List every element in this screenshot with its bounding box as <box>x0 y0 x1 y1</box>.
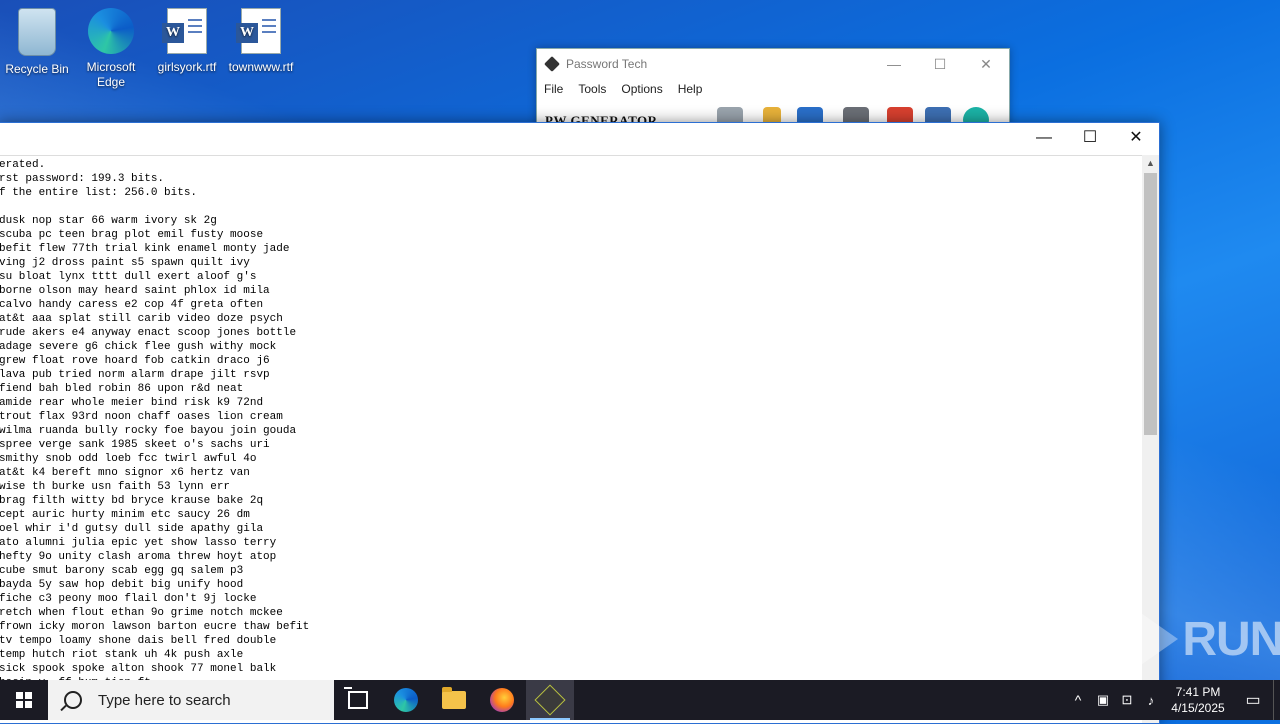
text-line: smithy snob odd loeb fcc twirl awful 4o <box>0 453 257 465</box>
text-line: adage severe g6 chick flee gush withy mo… <box>0 341 277 353</box>
maximize-button[interactable]: ☐ <box>917 49 963 79</box>
text-line: sick spook spoke alton shook 77 monel ba… <box>0 663 277 675</box>
system-tray: ^ ▣ ⊡ ♪ 7:41 PM 4/15/2025 ▭ <box>1065 680 1280 720</box>
firefox-icon <box>490 688 514 712</box>
notepad-text: erated. rst password: 199.3 bits. f the en… <box>0 156 1142 690</box>
minimize-button[interactable]: — <box>871 49 917 79</box>
notepad-titlebar[interactable]: — ☐ ✕ <box>0 123 1159 153</box>
maximize-button[interactable]: ☐ <box>1067 123 1113 153</box>
recycle-bin-icon <box>18 8 56 56</box>
task-view-button[interactable] <box>334 680 382 720</box>
password-tech-app-icon <box>544 56 560 72</box>
text-line: retch when flout ethan 9o grime notch mc… <box>0 607 283 619</box>
scrollbar-thumb[interactable] <box>1144 173 1157 435</box>
task-view-icon <box>344 687 368 709</box>
menu-file[interactable]: File <box>544 79 563 99</box>
text-line: bayda 5y saw hop debit big unify hood <box>0 579 244 591</box>
volume-icon[interactable]: ♪ <box>1139 693 1163 708</box>
text-line: cube smut barony scab egg gq salem p3 <box>0 565 244 577</box>
text-line: spree verge sank 1985 skeet o's sachs ur… <box>0 439 270 451</box>
password-tech-menubar: File Tools Options Help <box>537 79 1009 99</box>
text-line: frown icky moron lawson barton eucre tha… <box>0 621 310 633</box>
text-line: wilma ruanda bully rocky foe bayou join … <box>0 425 297 437</box>
text-line: hefty 9o unity clash aroma threw hoyt at… <box>0 551 277 563</box>
desktop-icon-townwww[interactable]: W townwww.rtf <box>226 8 296 75</box>
chevron-up-icon[interactable]: ^ <box>1065 692 1091 708</box>
network-icon[interactable]: ⊡ <box>1115 692 1139 708</box>
close-button[interactable]: ✕ <box>1113 123 1159 153</box>
text-line: tv tempo loamy shone dais bell fred doub… <box>0 635 277 647</box>
show-desktop-button[interactable] <box>1273 680 1280 720</box>
folder-icon <box>442 687 466 709</box>
search-icon <box>64 691 82 709</box>
edge-icon <box>394 688 418 712</box>
text-line: brag filth witty bd bryce krause bake 2q <box>0 495 264 507</box>
notification-icon[interactable]: ▭ <box>1233 690 1273 710</box>
watermark-right: RUN <box>1182 612 1280 666</box>
text-line: grew float rove hoard fob catkin draco j… <box>0 355 270 367</box>
clock-date: 4/15/2025 <box>1171 701 1225 715</box>
desktop-icon-label: girlsyork.rtf <box>157 60 217 74</box>
notepad-text-area[interactable]: erated. rst password: 199.3 bits. f the en… <box>0 155 1142 723</box>
taskbar: Type here to search ^ ▣ ⊡ ♪ 7:41 PM 4/15… <box>0 680 1280 720</box>
taskbar-clock[interactable]: 7:41 PM 4/15/2025 <box>1163 684 1233 716</box>
text-line: cept auric hurty minim etc saucy 26 dm <box>0 509 250 521</box>
text-line: trout flax 93rd noon chaff oases lion cr… <box>0 411 283 423</box>
taskbar-search-box[interactable]: Type here to search <box>48 680 334 720</box>
text-line: lava pub tried norm alarm drape jilt rsv… <box>0 369 270 381</box>
windows-logo-icon <box>16 692 32 708</box>
text-line: borne olson may heard saint phlox id mil… <box>0 285 270 297</box>
text-line: ving j2 dross paint s5 spawn quilt ivy <box>0 257 250 269</box>
edge-icon <box>88 8 134 54</box>
text-line: scuba pc teen brag plot emil fusty moose <box>0 229 264 241</box>
minimize-button[interactable]: — <box>1021 123 1067 153</box>
desktop-icon-label: townwww.rtf <box>228 60 294 74</box>
text-line: amide rear whole meier bind risk k9 72nd <box>0 397 264 409</box>
text-line: fiche c3 peony moo flail don't 9j locke <box>0 593 257 605</box>
text-line: ato alumni julia epic yet show lasso ter… <box>0 537 277 549</box>
text-line <box>0 200 1142 214</box>
text-line: su bloat lynx tttt dull exert aloof g's <box>0 271 257 283</box>
close-button[interactable]: ✕ <box>963 49 1009 79</box>
scroll-up-arrow-icon[interactable]: ▲ <box>1142 155 1159 172</box>
text-line: at&t k4 bereft mno signor x6 hertz van <box>0 467 250 479</box>
word-document-icon: W <box>236 8 281 54</box>
notepad-window[interactable]: — ☐ ✕ erated. rst password: 199.3 bits. f … <box>0 122 1160 724</box>
password-tech-icon <box>534 684 566 716</box>
taskbar-password-tech[interactable] <box>526 680 574 720</box>
text-line: at&t aaa splat still carib video doze ps… <box>0 313 283 325</box>
taskbar-edge[interactable] <box>382 680 430 720</box>
search-placeholder: Type here to search <box>98 691 231 709</box>
meet-now-icon[interactable]: ▣ <box>1091 692 1115 708</box>
desktop-icon-girlsyork[interactable]: W girlsyork.rtf <box>152 8 222 75</box>
text-line: calvo handy caress e2 cop 4f greta often <box>0 299 264 311</box>
desktop-icon-label: Recycle Bin <box>5 62 69 76</box>
menu-tools[interactable]: Tools <box>578 79 606 99</box>
watermark-left: ANY <box>1036 612 1135 666</box>
menu-help[interactable]: Help <box>678 79 703 99</box>
text-line: temp hutch riot stank uh 4k push axle <box>0 649 244 661</box>
clock-time: 7:41 PM <box>1175 685 1221 699</box>
text-line: erated. <box>0 159 46 171</box>
desktop-icon-recycle-bin[interactable]: Recycle Bin <box>2 8 72 77</box>
text-line: befit flew 77th trial kink enamel monty … <box>0 243 290 255</box>
text-line: f the entire list: 256.0 bits. <box>0 187 198 199</box>
menu-options[interactable]: Options <box>621 79 662 99</box>
text-line: oel whir i'd gutsy dull side apathy gila <box>0 523 264 535</box>
text-line: rude akers e4 anyway enact scoop jones b… <box>0 327 297 339</box>
play-icon <box>1138 611 1179 667</box>
taskbar-firefox[interactable] <box>478 680 526 720</box>
desktop-icon-microsoft-edge[interactable]: Microsoft Edge <box>76 8 146 90</box>
start-button[interactable] <box>0 680 48 720</box>
text-line: fiend bah bled robin 86 upon r&d neat <box>0 383 244 395</box>
text-line: rst password: 199.3 bits. <box>0 173 165 185</box>
text-line: wise th burke usn faith 53 lynn err <box>0 481 231 493</box>
anyrun-watermark: ANY RUN <box>1036 608 1280 670</box>
desktop-icon-label: Microsoft Edge <box>86 60 136 89</box>
taskbar-file-explorer[interactable] <box>430 680 478 720</box>
text-line: dusk nop star 66 warm ivory sk 2g <box>0 215 217 227</box>
password-tech-title: Password Tech <box>566 57 648 71</box>
word-document-icon: W <box>162 8 207 54</box>
